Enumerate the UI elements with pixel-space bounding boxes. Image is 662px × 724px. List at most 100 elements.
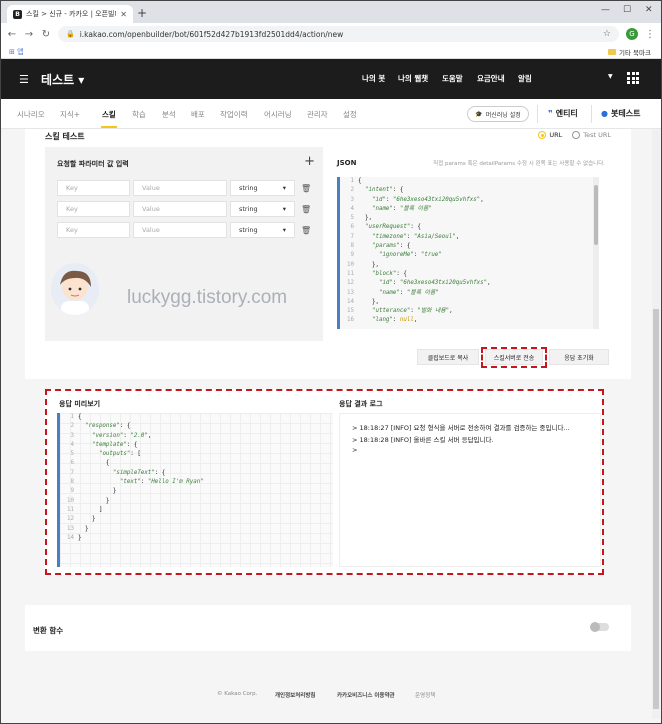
param-type-value: string <box>239 205 258 213</box>
code-text: }, <box>358 215 372 222</box>
lock-icon: 🔒 <box>66 30 75 38</box>
highlight-box-response <box>45 389 604 575</box>
copy-clipboard-button[interactable]: 클립보드로 복사 <box>417 349 479 365</box>
topnav-pricing[interactable]: 요금안내 <box>477 73 505 84</box>
account-dropdown-icon[interactable]: ▼ <box>608 73 613 80</box>
subnav-deploy[interactable]: 배포 <box>191 109 205 120</box>
radio-test-url[interactable]: Test URL <box>572 131 611 139</box>
line-number: 14 <box>347 298 354 305</box>
topnav-my-bot[interactable]: 나의 봇 <box>362 73 385 84</box>
radio-url[interactable]: URL <box>538 131 562 139</box>
code-text: "block": { <box>371 270 407 277</box>
code-text: }, <box>358 298 379 305</box>
line-number: 5 <box>350 215 355 222</box>
bot-test-button[interactable]: ● 봇테스트 <box>601 108 640 119</box>
code-text: "id": "6he3xeso43txi20qu5vhfxs", <box>371 196 484 203</box>
sub-nav: 시나리오 지식+ 스킬 학습 분석 배포 작업이력 어시러닝 관리자 설정 🎓 머… <box>1 99 661 129</box>
profile-avatar[interactable]: G <box>626 28 638 40</box>
skill-test-title: 스킬 테스트 <box>45 132 85 141</box>
caret-down-icon: ▾ <box>282 226 286 234</box>
forward-icon[interactable]: → <box>24 29 34 40</box>
highlight-box-send <box>481 347 547 368</box>
apps-grid-icon[interactable] <box>627 72 639 84</box>
back-icon[interactable]: ← <box>7 29 17 40</box>
browser-tab[interactable]: B 스킬 > 신규 - 카카오 | 오픈빌더 ✕ <box>7 5 133 23</box>
browser-window: B 스킬 > 신규 - 카카오 | 오픈빌더 ✕ + — ☐ ✕ ← → ↻ 🔒… <box>0 0 662 724</box>
param-type-select[interactable]: string ▾ <box>230 180 295 196</box>
new-tab-icon[interactable]: + <box>137 6 147 20</box>
bot-name[interactable]: 테스트 ▾ <box>41 71 84 88</box>
line-number: 6 <box>350 224 355 231</box>
bookmark-star-icon[interactable]: ☆ <box>603 29 611 39</box>
converter-toggle[interactable] <box>590 622 609 632</box>
ml-settings-label: 머신러닝 설정 <box>485 111 521 119</box>
subnav-ml[interactable]: 어시러닝 <box>264 109 292 120</box>
footer-privacy-link[interactable]: 개인정보처리방침 <box>275 691 315 699</box>
line-number: 9 <box>350 252 355 259</box>
footer-terms-link[interactable]: 카카오비즈니스 이용약관 <box>337 691 395 699</box>
param-row: Key Value string ▾ 🗑 <box>57 201 311 217</box>
topnav-my-webchat[interactable]: 나의 웹챗 <box>398 73 428 84</box>
footer-copyright: © Kakao Corp. <box>217 691 258 697</box>
code-line: 8 "params": { <box>340 242 599 251</box>
subnav-knowledge[interactable]: 지식+ <box>60 109 80 120</box>
subnav-skill[interactable]: 스킬 <box>102 109 116 120</box>
json-panel: JSON 직접 params 혹은 detailParams 수정 시 왼쪽 표… <box>331 147 611 341</box>
page-scrollbar[interactable] <box>652 129 660 719</box>
bookmark-other[interactable]: 기타 북마크 <box>608 47 651 57</box>
code-line: 15 "utterance": "발화 내용", <box>340 307 599 316</box>
minimize-icon[interactable]: — <box>601 5 610 15</box>
reload-icon[interactable]: ↻ <box>41 29 51 40</box>
line-number: 4 <box>350 205 355 212</box>
json-scrollbar[interactable] <box>593 177 599 329</box>
param-value-input[interactable]: Value <box>133 201 227 217</box>
subnav-analysis[interactable]: 분석 <box>162 109 176 120</box>
param-key-input[interactable]: Key <box>57 201 130 217</box>
code-line: 10 }, <box>340 261 599 270</box>
param-value-input[interactable]: Value <box>133 222 227 238</box>
reset-response-button[interactable]: 응답 초기화 <box>549 349 609 365</box>
line-number: 7 <box>350 233 355 240</box>
skill-test-card: 스킬 테스트 URL Test URL 요청할 파라미터 값 입력 + Key … <box>25 129 631 379</box>
param-key-input[interactable]: Key <box>57 180 130 196</box>
converter-card: 변환 함수 <box>25 605 631 651</box>
topnav-help[interactable]: 도움말 <box>442 73 463 84</box>
code-text: "timezone": "Asia/Seoul", <box>371 233 460 240</box>
converter-title: 변환 함수 <box>33 626 64 635</box>
subnav-scenario[interactable]: 시나리오 <box>17 109 45 120</box>
line-number: 1 <box>350 178 355 184</box>
ml-settings-button[interactable]: 🎓 머신러닝 설정 <box>467 106 529 122</box>
url-input[interactable]: 🔒 i.kakao.com/openbuilder/bot/601f52d427… <box>58 26 619 42</box>
menu-kebab-icon[interactable]: ⋮ <box>645 29 655 40</box>
active-tab-indicator <box>101 126 117 128</box>
param-key-input[interactable]: Key <box>57 222 130 238</box>
subnav-learning[interactable]: 학습 <box>132 109 146 120</box>
topnav-alarm[interactable]: 알림 <box>518 73 532 84</box>
code-line: 14 }, <box>340 298 599 307</box>
footer-policy-link[interactable]: 운영정책 <box>415 691 435 699</box>
subnav-settings[interactable]: 설정 <box>343 109 357 120</box>
maximize-icon[interactable]: ☐ <box>623 5 631 15</box>
bookmark-apps[interactable]: ⊞ 앱 <box>9 47 24 57</box>
graduation-cap-icon: 🎓 <box>475 110 483 118</box>
url-radio-group: URL Test URL <box>538 131 611 139</box>
close-icon[interactable]: ✕ <box>120 10 127 19</box>
trash-icon[interactable]: 🗑 <box>301 226 311 235</box>
param-type-select[interactable]: string ▾ <box>230 201 295 217</box>
code-text: "userRequest": { <box>364 224 421 231</box>
trash-icon[interactable]: 🗑 <box>301 205 311 214</box>
subnav-history[interactable]: 작업이력 <box>220 109 248 120</box>
subnav-admin[interactable]: 관리자 <box>307 109 328 120</box>
param-type-select[interactable]: string ▾ <box>230 222 295 238</box>
footer-terms-label: 카카오비즈니스 이용약관 <box>337 693 395 699</box>
param-value-input[interactable]: Value <box>133 180 227 196</box>
param-panel: 요청할 파라미터 값 입력 + Key Value string ▾ 🗑 Key … <box>45 147 323 341</box>
entity-button[interactable]: ❞ 엔티티 <box>548 108 578 119</box>
window-close-icon[interactable]: ✕ <box>645 5 653 15</box>
param-panel-title: 요청할 파라미터 값 입력 <box>57 160 129 168</box>
add-param-icon[interactable]: + <box>304 154 315 169</box>
trash-icon[interactable]: 🗑 <box>301 184 311 193</box>
json-editor[interactable]: 1{2 "intent": {3 "id": "6he3xeso43txi20q… <box>337 177 599 329</box>
hamburger-menu-icon[interactable]: ☰ <box>19 73 29 86</box>
quote-icon: ❞ <box>548 109 553 118</box>
